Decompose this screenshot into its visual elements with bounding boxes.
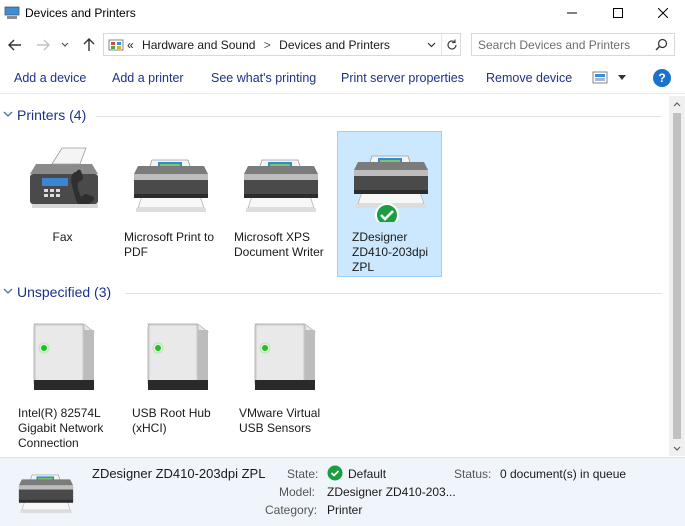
printer-icon	[243, 159, 319, 213]
scroll-down-button[interactable]	[669, 440, 685, 456]
group-title-unspecified: Unspecified (3)	[17, 284, 112, 300]
maximize-button[interactable]	[595, 0, 641, 26]
device-usb-root-hub[interactable]: USB Root Hub (xHCI)	[126, 308, 231, 454]
device-tower-icon	[33, 323, 95, 391]
vertical-scrollbar[interactable]	[669, 96, 685, 456]
navigation-bar: « Hardware and Sound > Devices and Print…	[0, 30, 685, 60]
details-pane: ZDesigner ZD410-203dpi ZPL State: Defaul…	[0, 457, 685, 526]
device-microsoft-xps-document-writer[interactable]: Microsoft XPS Document Writer	[228, 132, 333, 278]
print-server-properties-button[interactable]: Print server properties	[341, 71, 464, 85]
recent-locations-button[interactable]	[59, 36, 71, 54]
chevron-down-icon	[673, 446, 681, 451]
forward-arrow-icon	[37, 39, 50, 51]
breadcrumb-overflow[interactable]: «	[127, 38, 134, 52]
scroll-thumb[interactable]	[673, 113, 681, 439]
up-button[interactable]	[80, 36, 98, 54]
group-header-unspecified[interactable]: Unspecified (3)	[0, 283, 670, 303]
group-header-printers[interactable]: Printers (4)	[0, 106, 670, 126]
refresh-button[interactable]	[441, 34, 461, 55]
device-label: USB Root Hub (xHCI)	[132, 406, 211, 435]
up-arrow-icon	[83, 38, 95, 51]
printer-default-icon	[353, 155, 429, 222]
minimize-button[interactable]	[549, 0, 595, 26]
group-divider	[96, 116, 662, 117]
search-icon	[655, 38, 668, 51]
device-label: VMware Virtual USB Sensors	[239, 406, 321, 435]
device-intel-82574l[interactable]: Intel(R) 82574L Gigabit Network Connecti…	[12, 308, 117, 454]
back-button[interactable]	[6, 36, 24, 54]
status-label: Status:	[454, 467, 492, 481]
command-bar: Add a device Add a printer See what's pr…	[0, 62, 685, 94]
remove-device-button[interactable]: Remove device	[486, 71, 572, 85]
chevron-down-icon	[3, 111, 13, 117]
devices-and-printers-icon	[4, 6, 20, 20]
search-input[interactable]	[478, 37, 648, 53]
window-title: Devices and Printers	[25, 6, 136, 20]
address-history-button[interactable]	[422, 34, 440, 55]
breadcrumb-devices-and-printers[interactable]: Devices and Printers	[279, 38, 390, 52]
device-label: Microsoft Print to PDF	[124, 230, 215, 259]
printer-icon	[18, 474, 74, 514]
state-value: Default	[348, 467, 387, 481]
device-label: Microsoft XPS Document Writer	[234, 230, 324, 259]
title-bar: Devices and Printers	[0, 0, 685, 26]
scroll-up-button[interactable]	[669, 96, 685, 112]
device-microsoft-print-to-pdf[interactable]: Microsoft Print to PDF	[118, 132, 223, 278]
group-title-printers: Printers (4)	[17, 107, 87, 123]
devices-view: Printers (4) Fax Microsoft Print to PDF …	[0, 96, 670, 456]
refresh-icon	[446, 39, 457, 50]
device-label: ZDesigner ZD410-203dpi ZPL	[352, 230, 429, 274]
caret-down-icon	[618, 75, 626, 80]
device-fax[interactable]: Fax	[10, 132, 115, 278]
forward-button[interactable]	[34, 36, 52, 54]
group-divider	[125, 293, 662, 294]
chevron-down-icon	[427, 42, 435, 47]
help-button[interactable]: ?	[653, 69, 671, 87]
default-check-icon	[327, 465, 343, 484]
control-panel-icon	[108, 38, 124, 52]
status-value: 0 document(s) in queue	[500, 467, 627, 481]
state-label: State:	[287, 467, 319, 481]
close-button[interactable]	[640, 0, 685, 26]
device-tower-icon	[147, 323, 209, 391]
view-options-icon	[592, 71, 608, 84]
add-printer-button[interactable]: Add a printer	[112, 71, 184, 85]
model-label: Model:	[279, 485, 316, 499]
model-value: ZDesigner ZD410-203...	[327, 485, 456, 499]
chevron-down-icon	[3, 288, 13, 294]
see-whats-printing-button[interactable]: See what's printing	[211, 71, 316, 85]
category-value: Printer	[327, 503, 363, 517]
device-vmware-virtual-usb-sensors[interactable]: VMware Virtual USB Sensors	[233, 308, 338, 454]
device-zdesigner-zd410[interactable]: ZDesigner ZD410-203dpi ZPL	[337, 131, 442, 277]
breadcrumb-hardware-and-sound[interactable]: Hardware and Sound	[142, 38, 255, 52]
device-label: Intel(R) 82574L Gigabit Network Connecti…	[18, 406, 104, 450]
address-bar[interactable]: « Hardware and Sound > Devices and Print…	[103, 33, 461, 56]
device-tower-icon	[254, 323, 316, 391]
change-view-button[interactable]	[592, 71, 626, 84]
device-label: Fax	[52, 230, 73, 244]
fax-icon	[30, 147, 98, 208]
add-device-button[interactable]: Add a device	[14, 71, 86, 85]
chevron-up-icon	[673, 101, 681, 106]
search-box[interactable]	[471, 33, 675, 56]
breadcrumb-separator[interactable]: >	[264, 38, 271, 52]
details-device-name: ZDesigner ZD410-203dpi ZPL	[92, 466, 266, 481]
printer-icon	[133, 159, 209, 213]
category-label: Category:	[265, 503, 318, 517]
chevron-down-icon	[61, 42, 69, 47]
back-arrow-icon	[8, 39, 21, 51]
